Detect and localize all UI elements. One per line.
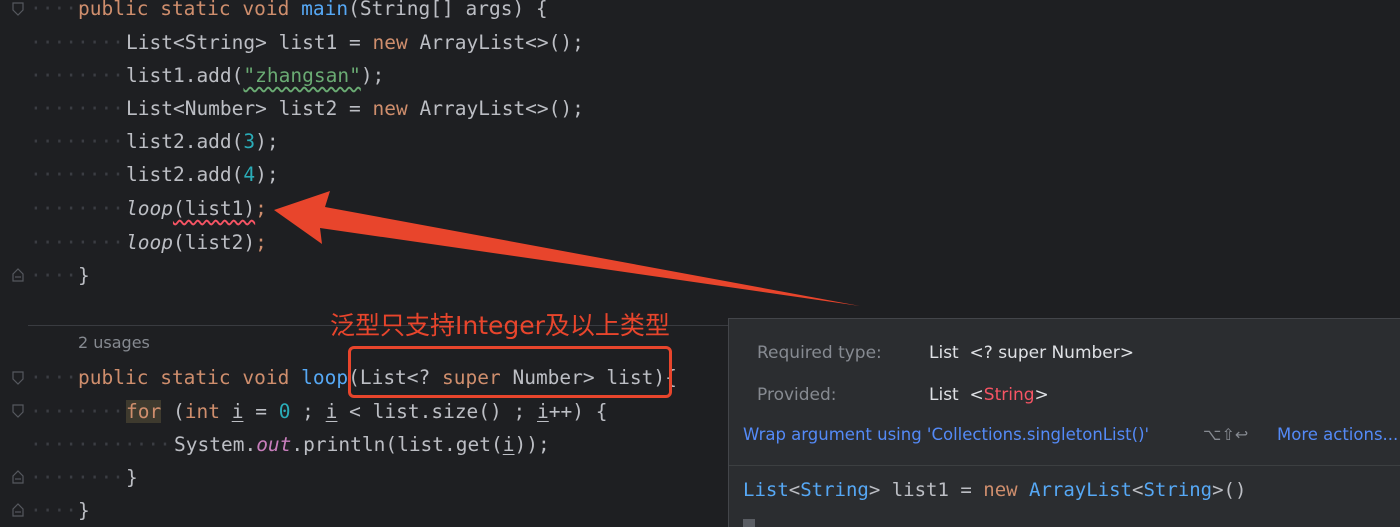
popup-divider bbox=[729, 465, 1400, 466]
annotation-text: 泛型只支持Integer及以上类型 bbox=[330, 311, 670, 340]
error-tooltip-popup[interactable]: Required type: List <? super Number> Pro… bbox=[728, 318, 1400, 527]
wrap-argument-action-link[interactable]: Wrap argument using 'Collections.singlet… bbox=[743, 425, 1149, 444]
type-name: String bbox=[800, 479, 869, 501]
code-text: < bbox=[788, 479, 801, 501]
keyword: new bbox=[983, 479, 1018, 501]
type-name: String bbox=[1143, 479, 1213, 501]
type-name: ArrayList bbox=[1029, 479, 1132, 501]
type-name: List bbox=[743, 479, 789, 501]
declaration-preview[interactable]: List<String> list1 = new ArrayList<Strin… bbox=[743, 479, 1246, 501]
action-shortcut: ⌥⇧↩ bbox=[1203, 425, 1249, 444]
provided-label: Provided: bbox=[757, 385, 837, 405]
provided-end: > bbox=[1034, 385, 1049, 405]
code-text: > list1 = bbox=[868, 479, 984, 501]
provided-value: List <String> bbox=[929, 385, 1049, 405]
provided-list: List < bbox=[929, 385, 984, 405]
annotation-highlight-box bbox=[348, 346, 672, 398]
more-actions-link[interactable]: More actions... bbox=[1277, 425, 1398, 444]
provided-type: String bbox=[983, 385, 1035, 405]
code-text: < bbox=[1131, 479, 1144, 501]
code-text: >() bbox=[1212, 479, 1247, 501]
required-type-label: Required type: bbox=[757, 343, 882, 363]
required-type-value: List <? super Number> bbox=[929, 343, 1135, 363]
